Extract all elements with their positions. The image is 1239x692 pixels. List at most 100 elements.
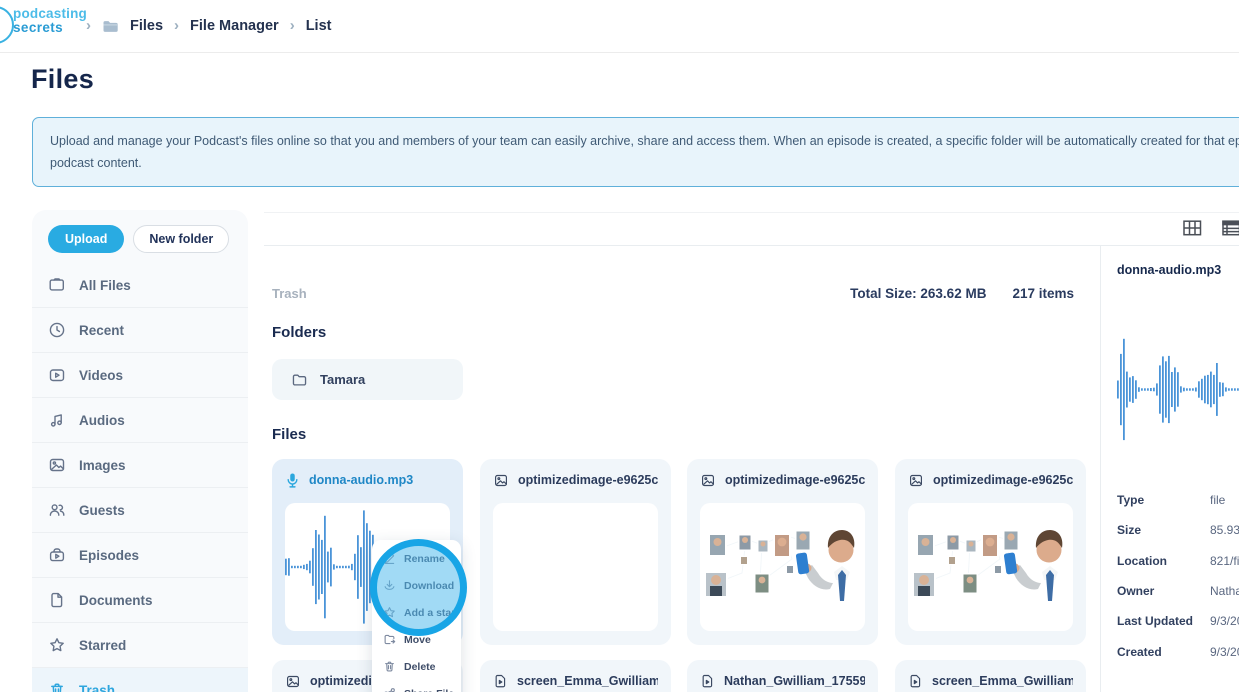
image-file-icon (493, 473, 509, 488)
chevron-right-icon: › (86, 16, 91, 34)
menu-item-label: Add a star (404, 606, 456, 619)
detail-row-type: Type file (1117, 493, 1239, 507)
page-title: Files (31, 64, 95, 94)
detail-label: Size (1117, 523, 1142, 537)
sidebar-item-audios[interactable]: Audios (32, 398, 248, 443)
sidebar-item-videos[interactable]: Videos (32, 353, 248, 398)
grid-view-button[interactable] (1183, 219, 1202, 237)
info-banner-line2: podcast content. (50, 156, 142, 170)
sidebar-item-starred[interactable]: Starred (32, 623, 248, 668)
detail-row-owner: Owner Nathan (1117, 584, 1239, 598)
brand-logo[interactable]: podcasting secrets (13, 7, 87, 35)
sidebar-item-label: Recent (79, 322, 125, 338)
detail-value: 9/3/2024 (1210, 645, 1239, 659)
menu-item-add-a-star[interactable]: Add a star (372, 599, 461, 626)
breadcrumb-file-manager[interactable]: File Manager (190, 18, 279, 34)
file-card-image[interactable]: optimizedimage-e9625c... (687, 459, 878, 645)
info-banner-line1: Upload and manage your Podcast's files o… (50, 134, 1239, 148)
total-size-label: Total Size: 263.62 MB (850, 286, 987, 301)
trash-icon (48, 681, 66, 692)
detail-value: Nathan (1210, 584, 1239, 598)
item-count-label: 217 items (1012, 286, 1074, 301)
list-view-button[interactable] (1222, 219, 1239, 237)
menu-item-label: Share File (404, 688, 454, 692)
detail-row-created: Created 9/3/2024 (1117, 645, 1239, 659)
brand-logo-icon (0, 6, 14, 44)
blank-preview (493, 503, 658, 631)
sidebar-item-guests[interactable]: Guests (32, 488, 248, 533)
menu-item-rename[interactable]: Rename (372, 545, 461, 572)
details-waveform-graphic (1117, 338, 1239, 441)
sidebar-item-label: Documents (79, 592, 153, 608)
image-file-icon (285, 674, 301, 689)
file-card-video[interactable]: Nathan_Gwilliam_17559... (687, 660, 878, 692)
chevron-right-icon: › (174, 16, 180, 34)
info-banner: Upload and manage your Podcast's files o… (32, 117, 1239, 187)
menu-item-label: Download (404, 579, 455, 592)
content-top-divider (264, 212, 1239, 213)
folders-heading: Folders (272, 324, 327, 341)
detail-row-location: Location 821/files (1117, 554, 1239, 568)
menu-item-share-file[interactable]: Share File (372, 680, 461, 692)
video-file-icon (908, 673, 923, 689)
detail-value: 821/files (1210, 554, 1239, 568)
breadcrumb-files[interactable]: Files (130, 18, 163, 34)
sidebar-item-label: Guests (79, 502, 125, 518)
video-file-icon (493, 673, 508, 689)
download-icon (383, 579, 396, 592)
star-icon (48, 636, 66, 654)
upload-button[interactable]: Upload (48, 225, 125, 253)
menu-item-move[interactable]: Move (372, 626, 461, 653)
brand-line2: secrets (13, 20, 64, 35)
sidebar-item-trash[interactable]: Trash (32, 668, 248, 692)
sidebar-item-label: Images (79, 457, 126, 473)
file-name: screen_Emma_Gwilliam... (932, 674, 1073, 688)
people-network-photo (704, 530, 855, 601)
sidebar-item-images[interactable]: Images (32, 443, 248, 488)
context-menu: Rename Download Add a star Move Delete S… (372, 540, 461, 692)
sidebar-item-label: Episodes (79, 547, 140, 563)
breadcrumb: › Files › File Manager › List (86, 0, 331, 52)
photo-preview (908, 503, 1073, 631)
delete-icon (383, 660, 396, 673)
menu-item-download[interactable]: Download (372, 572, 461, 599)
detail-value: file (1210, 493, 1226, 507)
detail-label: Location (1117, 554, 1167, 568)
sidebar-item-recent[interactable]: Recent (32, 308, 248, 353)
folder-breadcrumb-icon (102, 18, 119, 34)
detail-label: Type (1117, 493, 1145, 507)
details-panel-divider (1100, 245, 1101, 692)
rename-icon (383, 552, 396, 565)
folder-card-tamara[interactable]: Tamara (272, 359, 463, 400)
file-name: donna-audio.mp3 (309, 473, 414, 487)
clock-icon (48, 321, 66, 339)
sidebar-item-all-files[interactable]: All Files (32, 263, 248, 308)
current-folder-label: Trash (272, 286, 307, 301)
file-name: optimizedimage-e9625c... (725, 473, 865, 487)
folder-icon (291, 372, 308, 388)
new-folder-button[interactable]: New folder (133, 225, 230, 253)
episodes-icon (48, 546, 66, 564)
file-card-image[interactable]: optimizedimage-e9625c... (480, 459, 671, 645)
file-name: screen_Emma_Gwilliam... (517, 674, 658, 688)
microphone-icon (285, 472, 300, 489)
breadcrumb-list[interactable]: List (306, 18, 332, 34)
detail-row-size: Size 85.93 MB (1117, 523, 1239, 537)
details-file-name: donna-audio.mp3 (1117, 263, 1222, 277)
detail-value: 85.93 MB (1210, 523, 1239, 537)
sidebar-item-documents[interactable]: Documents (32, 578, 248, 623)
video-file-icon (700, 673, 715, 689)
image-file-icon (908, 473, 924, 488)
sidebar-item-episodes[interactable]: Episodes (32, 533, 248, 578)
folder-icon (48, 276, 66, 294)
people-network-photo (912, 530, 1063, 601)
menu-item-delete[interactable]: Delete (372, 653, 461, 680)
sidebar-item-label: Audios (79, 412, 125, 428)
file-name: Nathan_Gwilliam_17559... (724, 674, 865, 688)
file-card-video[interactable]: screen_Emma_Gwilliam... (895, 660, 1086, 692)
detail-value: 9/3/2024 (1210, 614, 1239, 628)
sidebar-item-label: All Files (79, 277, 131, 293)
file-card-video[interactable]: screen_Emma_Gwilliam... (480, 660, 671, 692)
file-card-image[interactable]: optimizedimage-e9625c... (895, 459, 1086, 645)
brand-line1: podcasting (13, 6, 88, 21)
